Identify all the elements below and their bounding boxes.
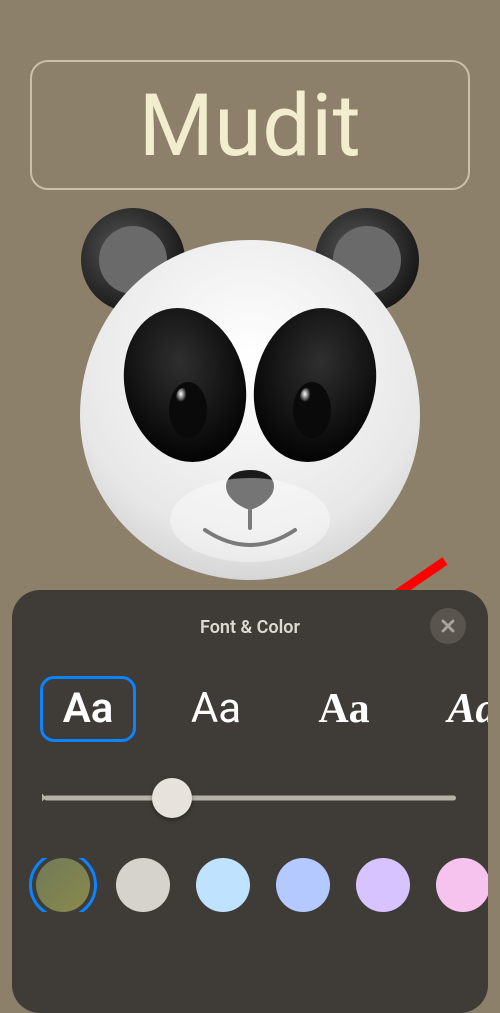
font-sample: Aa — [447, 688, 488, 730]
font-option-1[interactable]: Aa — [40, 676, 136, 742]
close-icon — [440, 618, 456, 634]
font-options-row: Aa Aa Aa Aa — [12, 676, 488, 742]
font-option-4[interactable]: Aa — [424, 676, 488, 742]
close-button[interactable] — [430, 608, 466, 644]
font-sample: Aa — [191, 688, 241, 730]
color-swatch-6[interactable] — [436, 858, 488, 912]
font-size-slider[interactable] — [12, 782, 488, 814]
font-color-panel: Font & Color Aa Aa Aa Aa — [12, 590, 488, 1013]
font-option-2[interactable]: Aa — [168, 676, 264, 742]
color-swatch-5[interactable] — [356, 858, 410, 912]
slider-track — [44, 796, 456, 801]
color-swatch-4[interactable] — [276, 858, 330, 912]
avatar-memoji-panda[interactable] — [70, 200, 430, 600]
color-swatch-2[interactable] — [116, 858, 170, 912]
color-swatch-3[interactable] — [196, 858, 250, 912]
panel-title: Font & Color — [200, 617, 300, 638]
font-sample: Aa — [318, 688, 369, 730]
font-sample: Aa — [63, 688, 114, 730]
slider-thumb[interactable] — [152, 778, 192, 818]
font-option-3[interactable]: Aa — [296, 676, 392, 742]
contact-name-field[interactable]: Mudit — [30, 60, 470, 190]
panel-header: Font & Color — [12, 612, 488, 642]
color-swatch-1[interactable] — [36, 858, 90, 912]
color-swatch-row — [12, 858, 488, 912]
contact-name-text: Mudit — [139, 75, 362, 176]
